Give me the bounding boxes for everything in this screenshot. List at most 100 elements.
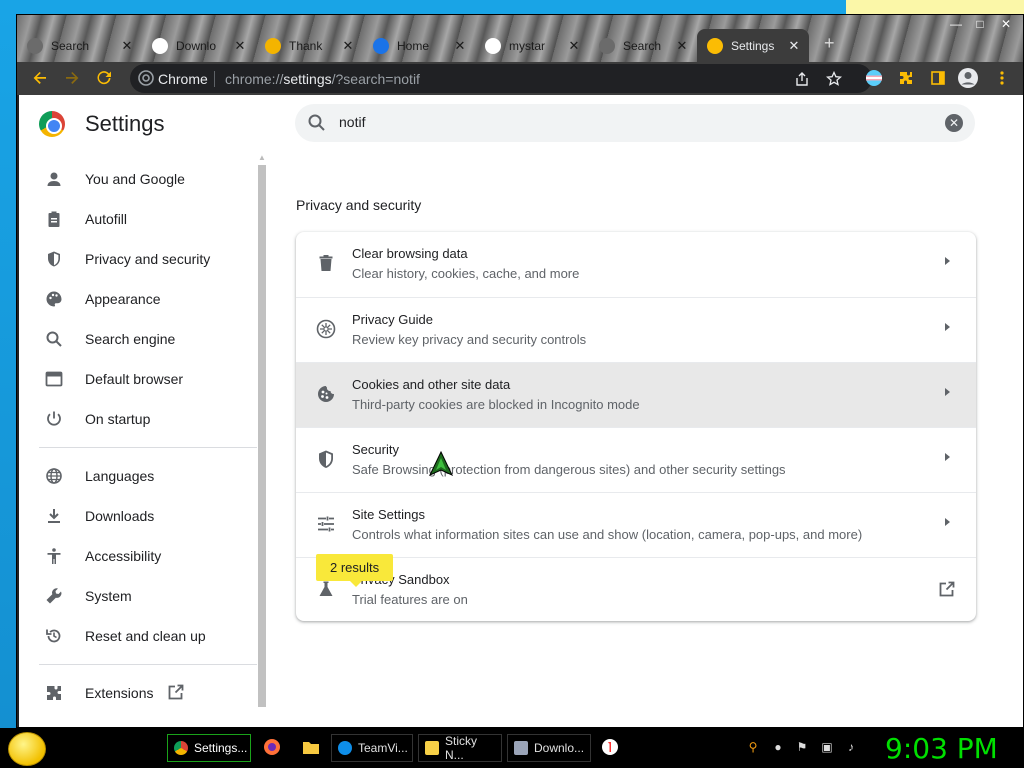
tab-close-icon[interactable]: ✕	[339, 38, 357, 54]
section-title: Privacy and security	[296, 197, 422, 213]
tab-close-icon[interactable]: ✕	[451, 38, 469, 54]
row-subtitle: Clear history, cookies, cache, and more	[352, 266, 580, 281]
sidebar-item-label: Reset and clean up	[85, 628, 206, 644]
trash-icon	[316, 253, 336, 273]
row-subtitle: Review key privacy and security controls	[352, 332, 587, 347]
thanks-favicon-icon	[265, 37, 281, 54]
download-icon	[43, 505, 65, 527]
sidebar-item-accessibility[interactable]: Accessibility	[19, 536, 269, 576]
sidebar-item-search-engine[interactable]: Search engine	[19, 319, 269, 359]
start-smiley-icon[interactable]	[8, 732, 46, 766]
address-divider	[214, 71, 215, 87]
tray-volume-icon[interactable]: ♪	[844, 740, 858, 754]
sidebar-item-on-startup[interactable]: On startup	[19, 399, 269, 439]
settings-row-clear-browsing-data[interactable]: Clear browsing data Clear history, cookie…	[296, 232, 976, 297]
settings-row-cookies-and-other-site-data[interactable]: Cookies and other site data Third-party c…	[296, 362, 976, 427]
external-link-icon[interactable]	[938, 580, 956, 601]
account-icon[interactable]	[957, 67, 979, 89]
sidebar-item-default-browser[interactable]: Default browser	[19, 359, 269, 399]
tab-label: Home	[397, 38, 430, 53]
taskbar: Settings... TeamVi... Sticky N... Downlo…	[0, 728, 1024, 768]
settings-page: Settings You and Google Autofill Privacy a…	[19, 95, 1023, 727]
share-icon[interactable]	[792, 69, 812, 89]
sidebar-item-privacy-and-security[interactable]: Privacy and security	[19, 239, 269, 279]
settings-sidebar: Settings You and Google Autofill Privacy a…	[19, 95, 269, 727]
tab-label: Settings	[731, 38, 775, 53]
sidebar-item-appearance[interactable]: Appearance	[19, 279, 269, 319]
tab-thank[interactable]: Thank ✕	[255, 29, 363, 62]
tab-search[interactable]: Search ✕	[589, 29, 697, 62]
minimize-button[interactable]: —	[945, 16, 967, 32]
row-subtitle: Third-party cookies are blocked in Incog…	[352, 397, 640, 412]
menu-icon[interactable]	[991, 67, 1013, 89]
tab-home[interactable]: Home ✕	[363, 29, 475, 62]
sidebar-item-languages[interactable]: Languages	[19, 456, 269, 496]
sidebar-item-autofill[interactable]: Autofill	[19, 199, 269, 239]
tab-close-icon[interactable]: ✕	[118, 38, 136, 54]
sidebar-scrollbar[interactable]: ▲	[257, 153, 267, 727]
sidebar-item-reset-and-clean-up[interactable]: Reset and clean up	[19, 616, 269, 656]
sidebar-item-label: Languages	[85, 468, 155, 484]
settings-row-security[interactable]: Security Safe Browsing (protection from d…	[296, 427, 976, 492]
file-explorer-icon[interactable]	[301, 737, 321, 757]
search-favicon-icon	[27, 37, 43, 54]
new-tab-button[interactable]: +	[824, 33, 835, 54]
browser-window: — □ ✕ Search ✕ Downlo ✕ Thank ✕ Home ✕ mystar ✕ Se…	[16, 14, 1024, 728]
tab-label: mystar	[509, 38, 545, 53]
sidebar-item-label: System	[85, 588, 132, 604]
nav-divider	[39, 664, 257, 665]
sidebar-item-label: Autofill	[85, 211, 128, 227]
tray-flag-icon[interactable]: ⚑	[795, 740, 809, 754]
sidebar-item-extensions[interactable]: Extensions	[19, 673, 269, 713]
scroll-thumb[interactable]	[258, 165, 266, 707]
side-panel-icon[interactable]	[927, 67, 949, 89]
accessibility-icon	[43, 545, 65, 567]
site-name: Chrome	[158, 71, 208, 87]
url-host: settings	[283, 71, 332, 87]
firefox-icon[interactable]	[262, 737, 282, 757]
sidebar-item-you-and-google[interactable]: You and Google	[19, 159, 269, 199]
task-downloads[interactable]: Downlo...	[507, 734, 591, 762]
task-sticky-notes[interactable]: Sticky N...	[418, 734, 502, 762]
clear-search-icon[interactable]: ✕	[945, 114, 963, 132]
task-chrome-settings[interactable]: Settings...	[167, 734, 251, 762]
compass-icon	[316, 319, 336, 339]
tray-network-icon[interactable]: ▣	[820, 740, 834, 754]
forward-icon[interactable]	[61, 67, 83, 89]
maximize-button[interactable]: □	[969, 16, 991, 32]
tab-close-icon[interactable]: ✕	[231, 38, 249, 54]
sticky-notes-icon	[425, 741, 439, 755]
tab-close-icon[interactable]: ✕	[565, 38, 583, 54]
settings-row-site-settings[interactable]: Site Settings Controls what information s…	[296, 492, 976, 557]
bookmark-star-icon[interactable]	[824, 69, 844, 89]
chevron-right-icon	[945, 388, 950, 396]
address-bar[interactable]: Chrome chrome://settings/?search=notif	[130, 64, 872, 93]
sidebar-item-system[interactable]: System	[19, 576, 269, 616]
task-teamviewer[interactable]: TeamVi...	[331, 734, 413, 762]
scroll-up-arrow[interactable]: ▲	[258, 153, 266, 162]
profile-flag-icon[interactable]	[863, 67, 885, 89]
close-window-button[interactable]: ✕	[993, 16, 1019, 32]
settings-row-privacy-sandbox[interactable]: Privacy Sandbox Trial features are on	[296, 557, 976, 621]
settings-row-privacy-guide[interactable]: Privacy Guide Review key privacy and secu…	[296, 297, 976, 362]
chrome-logo	[39, 111, 65, 137]
back-icon[interactable]	[29, 67, 51, 89]
tray-status-icon[interactable]: ●	[771, 740, 785, 754]
tab-close-icon[interactable]: ✕	[785, 38, 803, 54]
settings-nav: You and Google Autofill Privacy and securi…	[19, 159, 269, 713]
tab-mystar[interactable]: mystar ✕	[475, 29, 589, 62]
yandex-icon[interactable]	[600, 737, 620, 757]
tab-settings[interactable]: Settings ✕	[697, 29, 809, 62]
tray-search-icon[interactable]: ⚲	[746, 740, 760, 754]
taskbar-clock[interactable]: 9:03 PM	[885, 732, 998, 765]
search-input[interactable]	[339, 114, 899, 130]
sidebar-item-label: Default browser	[85, 371, 184, 387]
url-text[interactable]: chrome://settings/?search=notif	[225, 71, 420, 87]
row-title: Privacy Guide	[352, 312, 433, 327]
sidebar-item-downloads[interactable]: Downloads	[19, 496, 269, 536]
tab-close-icon[interactable]: ✕	[673, 38, 691, 54]
tab-search[interactable]: Search ✕	[17, 29, 142, 62]
reload-icon[interactable]	[93, 67, 115, 89]
extensions-icon[interactable]	[895, 67, 917, 89]
tab-downlo[interactable]: Downlo ✕	[142, 29, 255, 62]
